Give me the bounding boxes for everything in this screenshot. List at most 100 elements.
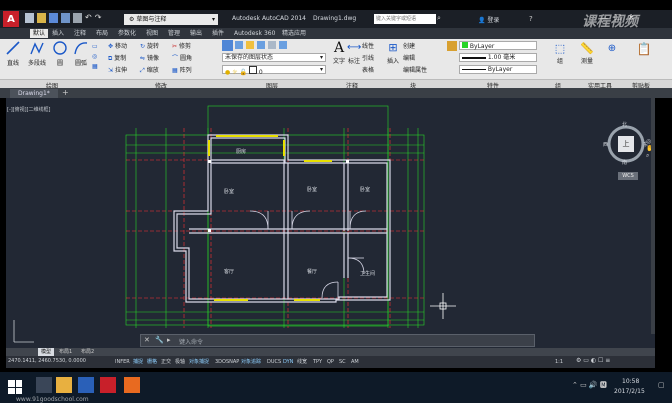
lineweight-dropdown[interactable]: 1.00 毫米 (459, 53, 537, 62)
move-button[interactable]: ✥ 移动 (108, 41, 127, 50)
status-osnap[interactable]: 对象捕捉 (188, 358, 210, 366)
viewcube-face[interactable]: 上 (618, 136, 634, 152)
draw-extra-icons[interactable]: ▭ ◎ ▦ (92, 42, 102, 72)
paste-tool[interactable]: 📋 (632, 42, 656, 56)
taskbar-app-icon[interactable] (56, 377, 72, 393)
status-ducs[interactable]: DUCS (266, 358, 282, 366)
polyline-tool[interactable]: 多段线 (25, 40, 49, 72)
mirror-button[interactable]: ⇋ 镜像 (140, 53, 159, 62)
measure-tool[interactable]: 📏 测量 (572, 42, 602, 65)
viewcube-south[interactable]: 南 (622, 159, 627, 166)
coordinates[interactable]: 2470.1411, 2460.7530, 0.0000 (8, 358, 86, 364)
tab-model[interactable]: 模型 (38, 348, 55, 356)
tab-layout1[interactable]: 布局1 (56, 348, 75, 356)
viewcube-west[interactable]: 西 (603, 141, 608, 148)
current-layer-dropdown[interactable]: ● ☼ 🔓 0 ▾ (222, 65, 326, 76)
workspace-dropdown[interactable]: ⚙ 草图与注释 ▾ (124, 14, 218, 25)
layer-tools-icons[interactable] (235, 41, 325, 51)
annotation-scale[interactable]: 1:1 (554, 358, 564, 366)
close-icon[interactable]: ✕ (144, 336, 150, 344)
tab-insert[interactable]: 插入 (52, 29, 64, 38)
line-tool[interactable]: 直线 (2, 40, 24, 72)
edit-block-button[interactable]: 编辑 (403, 53, 415, 62)
basepoint-tool[interactable]: ⊕ (604, 42, 620, 56)
linetype-dropdown[interactable]: ByLayer (459, 65, 537, 74)
drawing-canvas[interactable]: [-][俯视][二维线框] 厨房 卧室 卧室 卧室 客厅 餐厅 卫生间 上 北 … (6, 98, 655, 348)
tab-output[interactable]: 输出 (190, 29, 202, 38)
groups-tool[interactable]: ⬚ 组 (552, 42, 568, 65)
search-icon[interactable]: ⌕ (437, 14, 447, 24)
tab-default[interactable]: 默认 (30, 29, 49, 38)
viewcube[interactable]: 上 北 南 西 东 (603, 121, 648, 166)
taskbar-app-icon[interactable] (36, 377, 52, 393)
insert-block-tool[interactable]: ⊞ 插入 (385, 40, 401, 65)
undo-icon[interactable]: ↶ (85, 13, 92, 25)
tab-manage[interactable]: 管理 (168, 29, 180, 38)
tab-autodesk-360[interactable]: Autodesk 360 (234, 29, 275, 38)
status-infer[interactable]: INFER (114, 358, 131, 366)
dimension-tool[interactable]: ⟷ 标注 (347, 40, 361, 65)
login-button[interactable]: 👤 登录 (478, 15, 499, 24)
windows-start-icon[interactable] (8, 380, 22, 394)
wcs-dropdown[interactable]: WCS (618, 172, 638, 180)
text-tool[interactable]: A 文字 (332, 40, 346, 65)
autocad-logo-icon[interactable]: A (3, 11, 19, 27)
match-properties-icon[interactable] (447, 41, 457, 51)
status-polar[interactable]: 极轴 (174, 358, 186, 366)
taskbar-app-icon[interactable] (78, 377, 94, 393)
tab-featured-apps[interactable]: 精选应用 (282, 29, 306, 38)
viewcube-north[interactable]: 北 (622, 121, 627, 128)
color-dropdown[interactable]: ByLayer (459, 41, 537, 50)
system-tray-icons[interactable]: ⌃ ▭ 🔊 🅼 (572, 380, 607, 390)
new-file-icon[interactable] (25, 13, 34, 23)
clock-time[interactable]: 10:58 (622, 378, 639, 385)
document-tab[interactable]: Drawing1* (10, 89, 58, 98)
edit-attribute-button[interactable]: 编辑属性 (403, 65, 427, 74)
status-otrack[interactable]: 对象追踪 (240, 358, 262, 366)
new-tab-icon[interactable]: + (62, 88, 69, 97)
open-file-icon[interactable] (37, 13, 46, 23)
linear-dim-button[interactable]: 线性 (362, 41, 374, 50)
status-dyn[interactable]: DYN (282, 358, 294, 366)
save-as-icon[interactable] (61, 13, 70, 23)
circle-tool[interactable]: 圆 (50, 40, 70, 72)
tab-layout2[interactable]: 布局2 (78, 348, 97, 356)
vertical-scrollbar[interactable] (651, 98, 655, 334)
layer-properties-icon[interactable] (222, 40, 233, 51)
copy-button[interactable]: ⧉ 复制 (108, 53, 126, 63)
notification-icon[interactable]: ▢ (658, 381, 665, 389)
tab-plugins[interactable]: 插件 (212, 29, 224, 38)
table-button[interactable]: 表格 (362, 65, 374, 74)
fillet-button[interactable]: ⌒ 圆角 (172, 53, 192, 62)
help-icon[interactable]: ? (529, 15, 533, 23)
save-icon[interactable] (49, 13, 58, 23)
status-tpy[interactable]: TPY (312, 358, 323, 366)
tab-parametric[interactable]: 参数化 (118, 29, 136, 38)
status-qp[interactable]: QP (326, 358, 335, 366)
redo-icon[interactable]: ↷ (95, 13, 102, 25)
clock-date[interactable]: 2017/2/15 (614, 388, 645, 395)
layer-state-dropdown[interactable]: 未保存的图层状态 ▾ (222, 53, 326, 62)
taskbar-autocad-icon[interactable] (100, 377, 116, 393)
status-snap[interactable]: 捕捉 (132, 358, 144, 366)
trim-button[interactable]: ✂ 修剪 (172, 41, 191, 50)
array-button[interactable]: ▦ 阵列 (172, 65, 192, 74)
status-am[interactable]: AM (350, 358, 360, 366)
wrench-icon[interactable]: 🔧 (155, 336, 164, 344)
command-input[interactable]: 键入命令 (179, 337, 519, 346)
command-line[interactable]: ✕ 🔧 ▸ 键入命令 (140, 334, 535, 347)
scale-button[interactable]: ⤢ 缩放 (140, 65, 159, 75)
search-input[interactable]: 键入关键字或短语 (374, 14, 436, 24)
tab-layout[interactable]: 布局 (96, 29, 108, 38)
arc-tool[interactable]: 圆弧 (71, 40, 91, 72)
status-ortho[interactable]: 正交 (160, 358, 172, 366)
leader-button[interactable]: 引线 (362, 53, 374, 62)
create-block-button[interactable]: 创建 (403, 41, 415, 50)
status-sc[interactable]: SC (338, 358, 347, 366)
taskbar-app-icon[interactable] (124, 377, 140, 393)
tab-view[interactable]: 视图 (146, 29, 158, 38)
rotate-button[interactable]: ↻ 旋转 (140, 41, 159, 50)
status-3dosnap[interactable]: 3DOSNAP (214, 358, 240, 366)
status-tray-icons[interactable]: ⚙ ▭ ◐ ☐ ≡ (576, 357, 610, 364)
tab-annotate[interactable]: 注释 (74, 29, 86, 38)
